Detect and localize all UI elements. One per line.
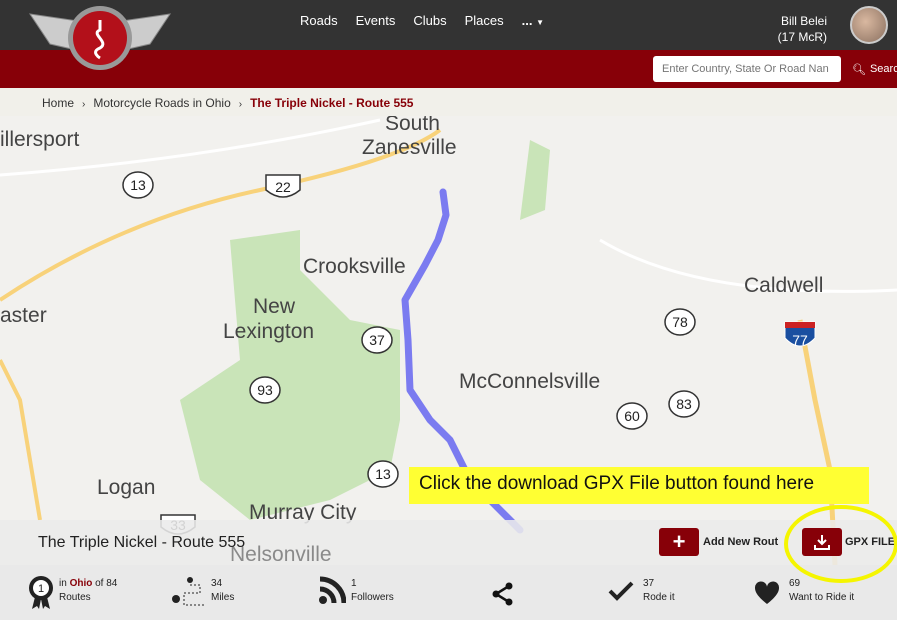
svg-text:1: 1 [38, 583, 44, 595]
route-shield: 22 [265, 174, 301, 198]
nav-roads[interactable]: Roads [300, 13, 338, 28]
miles-stat: 34 Miles [211, 578, 235, 603]
state-link[interactable]: Ohio [70, 578, 93, 589]
nav-more[interactable]: ... ▼ [522, 13, 544, 28]
site-logo[interactable] [25, 4, 175, 72]
rss-followers-icon [319, 576, 346, 604]
map-label: Lexington [223, 320, 314, 343]
breadcrumb: Home › Motorcycle Roads in Ohio › The Triple… [0, 88, 897, 116]
nav-places[interactable]: Places [465, 13, 504, 28]
interstate-shield: 77 [784, 321, 816, 348]
route-shield: 60 [616, 402, 648, 430]
route-shield: 83 [668, 390, 700, 418]
route-distance-icon [172, 577, 204, 606]
svg-text:13: 13 [375, 466, 391, 482]
road-title: The Triple Nickel - Route 555 [38, 534, 246, 551]
map-label: Crooksville [303, 255, 406, 278]
annotation-callout: Click the download GPX File button found… [409, 467, 869, 504]
plus-icon: + [672, 529, 686, 554]
rode-it-stat[interactable]: 37 Rode it [643, 577, 675, 605]
rank-stat: in Ohio of 84 Routes [59, 578, 118, 603]
svg-text:60: 60 [624, 408, 640, 424]
map-label: illersport [0, 128, 80, 151]
forest-area [520, 140, 550, 220]
route-shield: 13 [122, 171, 154, 199]
route-shield: 78 [664, 308, 696, 336]
nav-clubs[interactable]: Clubs [413, 13, 446, 28]
chevron-right-icon: › [238, 99, 243, 110]
annotation-highlight-circle [784, 505, 897, 583]
svg-text:37: 37 [369, 332, 385, 348]
svg-text:22: 22 [275, 179, 291, 195]
map-label: Nelsonville [230, 543, 332, 566]
breadcrumb-state[interactable]: Motorcycle Roads in Ohio [93, 96, 230, 110]
map-label: aster [0, 304, 47, 327]
caret-down-icon: ▼ [536, 18, 544, 27]
svg-text:83: 83 [676, 396, 692, 412]
svg-text:78: 78 [672, 314, 688, 330]
nav-events[interactable]: Events [356, 13, 396, 28]
svg-text:77: 77 [792, 332, 808, 348]
route-shield: 37 [361, 326, 393, 354]
route-shield: 13 [367, 460, 399, 488]
search-icon: 🔍︎ [852, 63, 866, 76]
route-shield: 93 [249, 376, 281, 404]
map-label: Logan [97, 476, 155, 499]
followers-stat[interactable]: 1 Followers [351, 577, 394, 605]
avatar[interactable] [850, 6, 888, 44]
svg-text:13: 13 [130, 177, 146, 193]
map-label: McConnelsville [459, 370, 600, 393]
search-button[interactable]: 🔍︎Search [845, 56, 897, 82]
main-nav: Roads Events Clubs Places ... ▼ [300, 13, 544, 28]
add-route-label[interactable]: Add New Rout [703, 536, 778, 548]
map-label: Caldwell [744, 274, 823, 297]
award-ribbon-icon: 1 [29, 576, 53, 609]
search-input[interactable] [653, 56, 841, 82]
breadcrumb-home[interactable]: Home [42, 96, 74, 110]
heart-icon[interactable] [754, 581, 780, 605]
share-icon[interactable] [492, 582, 514, 606]
map-label: Zanesville [362, 136, 457, 159]
user-points: (17 McR) [777, 30, 827, 44]
map-label: South [385, 116, 440, 135]
chevron-right-icon: › [82, 99, 86, 110]
stats-bar: 1 in Ohio of 84 Routes 34 Miles 1 Followers… [0, 565, 897, 620]
user-info[interactable]: Bill Belei (17 McR) [778, 13, 827, 45]
map-label: New [253, 295, 296, 318]
checkmark-icon[interactable] [608, 581, 634, 601]
breadcrumb-current: The Triple Nickel - Route 555 [250, 96, 414, 110]
user-name: Bill Belei [780, 14, 827, 28]
add-route-button[interactable]: + [659, 528, 699, 556]
highway [0, 359, 42, 521]
svg-text:93: 93 [257, 382, 273, 398]
